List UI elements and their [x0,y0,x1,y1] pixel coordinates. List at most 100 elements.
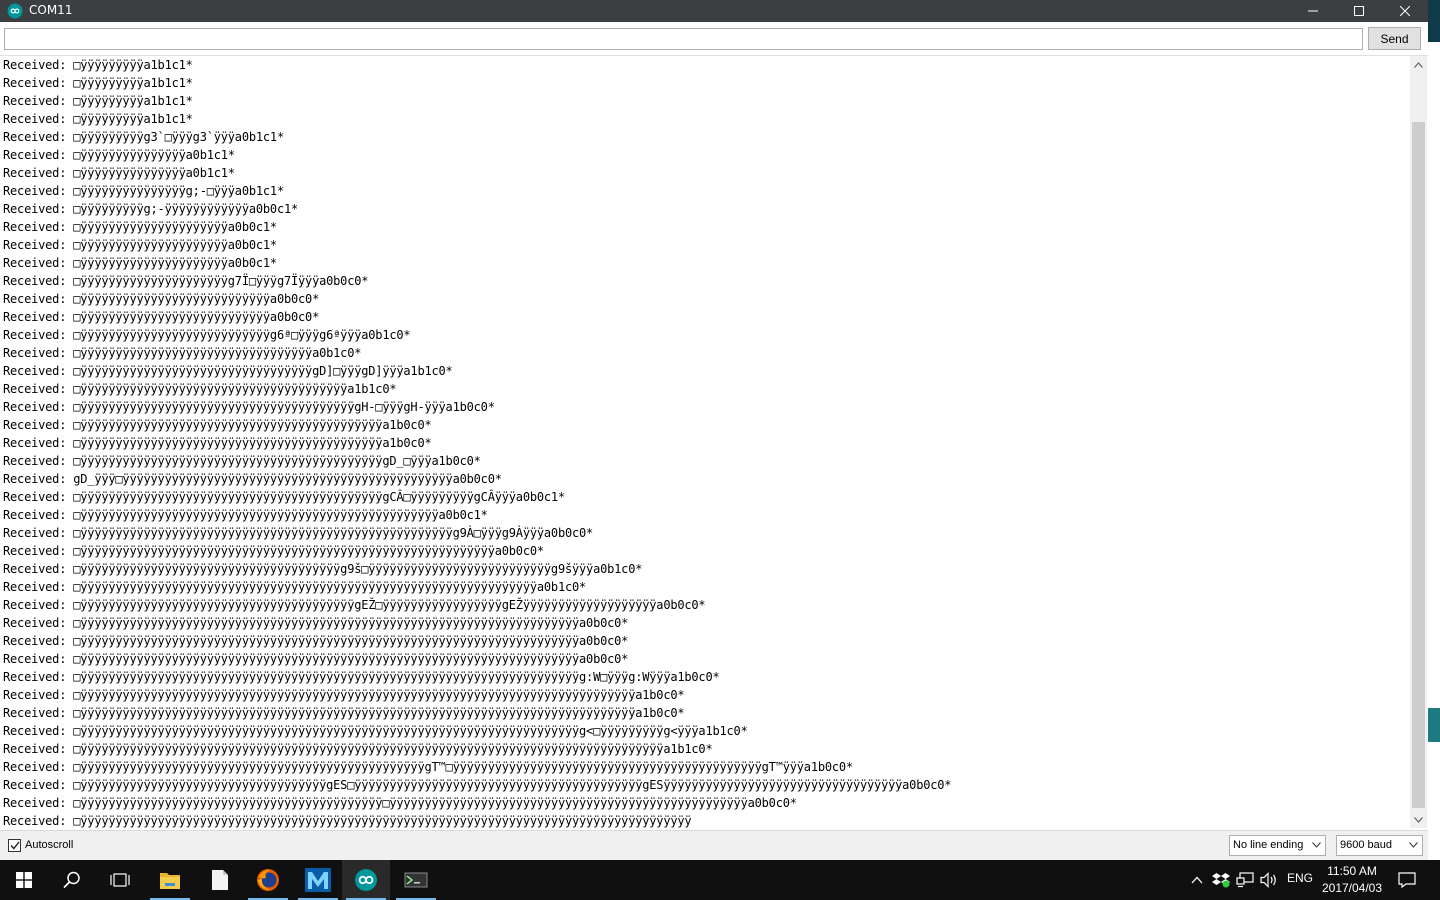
output-line: Received: □ÿÿÿÿÿÿÿÿÿÿÿÿÿÿÿÿÿÿÿÿÿÿÿÿÿÿÿÿÿ… [3,688,685,702]
output-line: Received: □ÿÿÿÿÿÿÿÿÿÿÿÿÿÿÿÿÿÿÿÿÿÿÿÿÿÿÿÿÿ… [3,418,432,432]
output-line: Received: □ÿÿÿÿÿÿÿÿÿÿÿÿÿÿÿÿÿÿÿÿÿÿÿÿÿÿÿÿÿ… [3,346,362,360]
taskbar: ENG 11:50 AM 2017/04/03 [0,860,1440,900]
output-line: Received: □ÿÿÿÿÿÿÿÿÿÿÿÿÿÿÿÿÿÿÿÿÿÿÿÿÿÿÿÿÿ… [3,526,594,540]
chevron-up-icon [1414,61,1423,68]
background-window-edge [1428,0,1440,860]
output-line: Received: □ÿÿÿÿÿÿÿÿÿÿÿÿÿÿÿÿÿÿÿÿÿÿÿÿÿÿÿÿÿ… [3,724,748,738]
output-line: Received: □ÿÿÿÿÿÿÿÿÿa1b1c1* [3,112,193,126]
output-line: Received: □ÿÿÿÿÿÿÿÿÿÿÿÿÿÿÿÿÿÿÿÿÿÿÿÿÿÿÿÿÿ… [3,382,397,396]
action-center-button[interactable] [1397,870,1417,890]
windows-logo-icon [16,872,32,888]
output-line: Received: gD_ÿÿÿ□ÿÿÿÿÿÿÿÿÿÿÿÿÿÿÿÿÿÿÿÿÿÿÿ… [3,472,502,486]
output-line: Received: □ÿÿÿÿÿÿÿÿÿÿÿÿÿÿÿa0b1c1* [3,148,235,162]
scroll-up-button[interactable] [1410,56,1427,73]
tray-dropbox[interactable] [1211,870,1231,890]
chevron-up-icon [1191,876,1203,884]
taskbar-arduino[interactable] [342,860,390,900]
checkmark-icon [9,841,20,850]
output-line: Received: □ÿÿÿÿÿÿÿÿÿÿÿÿÿÿÿÿÿÿÿÿÿÿÿÿÿÿÿÿÿ… [3,400,495,414]
close-button[interactable] [1382,0,1428,22]
baud-rate-value: 9600 baud [1340,839,1392,851]
tray-volume[interactable] [1259,870,1279,890]
output-line: Received: □ÿÿÿÿÿÿÿÿÿÿÿÿÿÿÿÿÿÿÿÿÿa0b0c1* [3,256,277,270]
taskbar-maple[interactable] [294,860,342,900]
output-line: Received: □ÿÿÿÿÿÿÿÿÿÿÿÿÿÿÿÿÿÿÿÿÿÿÿÿÿÿÿÿÿ… [3,598,706,612]
send-button[interactable]: Send [1368,27,1421,50]
output-line: Received: □ÿÿÿÿÿÿÿÿÿÿÿÿÿÿÿÿÿÿÿÿÿÿÿÿÿÿÿÿÿ… [3,652,629,666]
output-line: Received: □ÿÿÿÿÿÿÿÿÿÿÿÿÿÿÿÿÿÿÿÿÿÿÿÿÿÿÿa0… [3,310,320,324]
output-line: Received: □ÿÿÿÿÿÿÿÿÿÿÿÿÿÿÿÿÿÿÿÿÿÿÿÿÿÿÿÿÿ… [3,706,685,720]
output-line: Received: □ÿÿÿÿÿÿÿÿÿÿÿÿÿÿÿÿÿÿÿÿÿÿÿÿÿÿÿÿÿ… [3,796,797,810]
output-line: Received: □ÿÿÿÿÿÿÿÿÿÿÿÿÿÿÿg;-□ÿÿÿa0b1c1* [3,184,284,198]
output-line: Received: □ÿÿÿÿÿÿÿÿÿÿÿÿÿÿÿÿÿÿÿÿÿÿÿÿÿÿÿÿÿ… [3,814,692,828]
output-line: Received: □ÿÿÿÿÿÿÿÿÿÿÿÿÿÿÿÿÿÿÿÿÿÿÿÿÿÿÿÿÿ… [3,436,432,450]
taskbar-file-explorer[interactable] [146,860,194,900]
terminal-icon [404,872,428,888]
clock-time: 11:50 AM [1327,864,1377,878]
chevron-down-icon [1414,816,1423,823]
output-line: Received: □ÿÿÿÿÿÿÿÿÿÿÿÿÿÿÿÿÿÿÿÿÿÿÿÿÿÿÿg6… [3,328,411,342]
autoscroll-label[interactable]: Autoscroll [25,837,73,853]
output-line: Received: □ÿÿÿÿÿÿÿÿÿÿÿÿÿÿÿÿÿÿÿÿÿa0b0c1* [3,238,277,252]
output-line: Received: □ÿÿÿÿÿÿÿÿÿÿÿÿÿÿÿÿÿÿÿÿÿg7Ï□ÿÿÿg… [3,274,369,288]
window-title: COM11 [29,3,73,17]
output-line: Received: □ÿÿÿÿÿÿÿÿÿÿÿÿÿÿÿÿÿÿÿÿÿa0b0c1* [3,220,277,234]
output-line: Received: □ÿÿÿÿÿÿÿÿÿÿÿÿÿÿÿÿÿÿÿÿÿÿÿÿÿÿÿÿÿ… [3,544,544,558]
output-line: Received: □ÿÿÿÿÿÿÿÿÿÿÿÿÿÿÿÿÿÿÿÿÿÿÿÿÿÿÿÿÿ… [3,580,587,594]
task-view-button[interactable] [96,860,144,900]
serial-monitor-window: COM11 Send Received: □ÿÿÿÿÿÿÿÿÿa1b1c1* Re… [0,0,1428,860]
taskbar-firefox[interactable] [244,860,292,900]
status-bar: Autoscroll No line ending 9600 baud [0,830,1428,860]
maple-icon [305,868,331,892]
search-icon [63,871,80,889]
scroll-thumb[interactable] [1412,122,1425,808]
title-bar[interactable]: COM11 [0,0,1428,22]
output-line: Received: □ÿÿÿÿÿÿÿÿÿÿÿÿÿÿÿÿÿÿÿÿÿÿÿÿÿÿÿÿÿ… [3,490,565,504]
clock-date: 2017/04/03 [1321,881,1383,895]
dropbox-icon [1212,873,1230,888]
vertical-scrollbar[interactable] [1410,56,1427,828]
output-line: Received: □ÿÿÿÿÿÿÿÿÿg3`□ÿÿÿg3`ÿÿÿa0b1c1* [3,130,284,144]
taskbar-terminal[interactable] [392,860,440,900]
line-ending-value: No line ending [1233,839,1304,851]
output-line: Received: □ÿÿÿÿÿÿÿÿÿÿÿÿÿÿÿÿÿÿÿÿÿÿÿÿÿÿÿÿÿ… [3,562,643,576]
output-line: Received: □ÿÿÿÿÿÿÿÿÿÿÿÿÿÿÿÿÿÿÿÿÿÿÿÿÿÿÿÿÿ… [3,742,713,756]
file-explorer-icon [160,873,180,889]
output-line: Received: □ÿÿÿÿÿÿÿÿÿg;-ÿÿÿÿÿÿÿÿÿÿÿÿa0b0c… [3,202,299,216]
output-line: Received: □ÿÿÿÿÿÿÿÿÿÿÿÿÿÿÿÿÿÿÿÿÿÿÿÿÿÿÿÿÿ… [3,508,488,522]
close-icon [1400,6,1410,16]
chevron-down-icon [1312,842,1321,848]
document-icon [212,870,228,890]
taskbar-document[interactable] [196,860,244,900]
output-line: Received: □ÿÿÿÿÿÿÿÿÿa1b1c1* [3,58,193,72]
tray-overflow-button[interactable] [1187,870,1207,890]
output-line: Received: □ÿÿÿÿÿÿÿÿÿÿÿÿÿÿÿÿÿÿÿÿÿÿÿÿÿÿÿÿÿ… [3,634,629,648]
output-line: Received: □ÿÿÿÿÿÿÿÿÿÿÿÿÿÿÿÿÿÿÿÿÿÿÿÿÿÿÿÿÿ… [3,670,720,684]
autoscroll-checkbox[interactable] [8,839,21,852]
chevron-down-icon [1409,842,1418,848]
language-indicator[interactable]: ENG [1287,871,1313,885]
maximize-icon [1354,6,1364,16]
output-line: Received: □ÿÿÿÿÿÿÿÿÿa1b1c1* [3,94,193,108]
scroll-down-button[interactable] [1410,811,1427,828]
output-line: Received: □ÿÿÿÿÿÿÿÿÿa1b1c1* [3,76,193,90]
output-line: Received: □ÿÿÿÿÿÿÿÿÿÿÿÿÿÿÿÿÿÿÿÿÿÿÿÿÿÿÿÿÿ… [3,454,481,468]
tray-network[interactable] [1235,870,1255,890]
send-toolbar: Send [0,22,1428,56]
volume-icon [1260,872,1276,888]
output-line: Received: □ÿÿÿÿÿÿÿÿÿÿÿÿÿÿÿÿÿÿÿÿÿÿÿÿÿÿÿÿÿ… [3,778,952,792]
output-line: Received: □ÿÿÿÿÿÿÿÿÿÿÿÿÿÿÿÿÿÿÿÿÿÿÿÿÿÿÿÿÿ… [3,616,629,630]
start-button[interactable] [0,860,48,900]
arduino-logo-icon [7,3,23,19]
maximize-button[interactable] [1336,0,1382,22]
task-view-icon [110,873,130,887]
output-line: Received: □ÿÿÿÿÿÿÿÿÿÿÿÿÿÿÿÿÿÿÿÿÿÿÿÿÿÿÿÿÿ… [3,364,453,378]
serial-output[interactable]: Received: □ÿÿÿÿÿÿÿÿÿa1b1c1* Received: □ÿÿ… [0,56,1410,828]
minimize-button[interactable] [1290,0,1336,22]
arduino-icon [355,869,377,891]
system-clock[interactable]: 11:50 AM 2017/04/03 [1318,863,1386,897]
baud-rate-select[interactable]: 9600 baud [1336,835,1423,856]
line-ending-select[interactable]: No line ending [1229,835,1326,856]
send-input[interactable] [4,28,1363,50]
taskbar-search-button[interactable] [48,860,96,900]
